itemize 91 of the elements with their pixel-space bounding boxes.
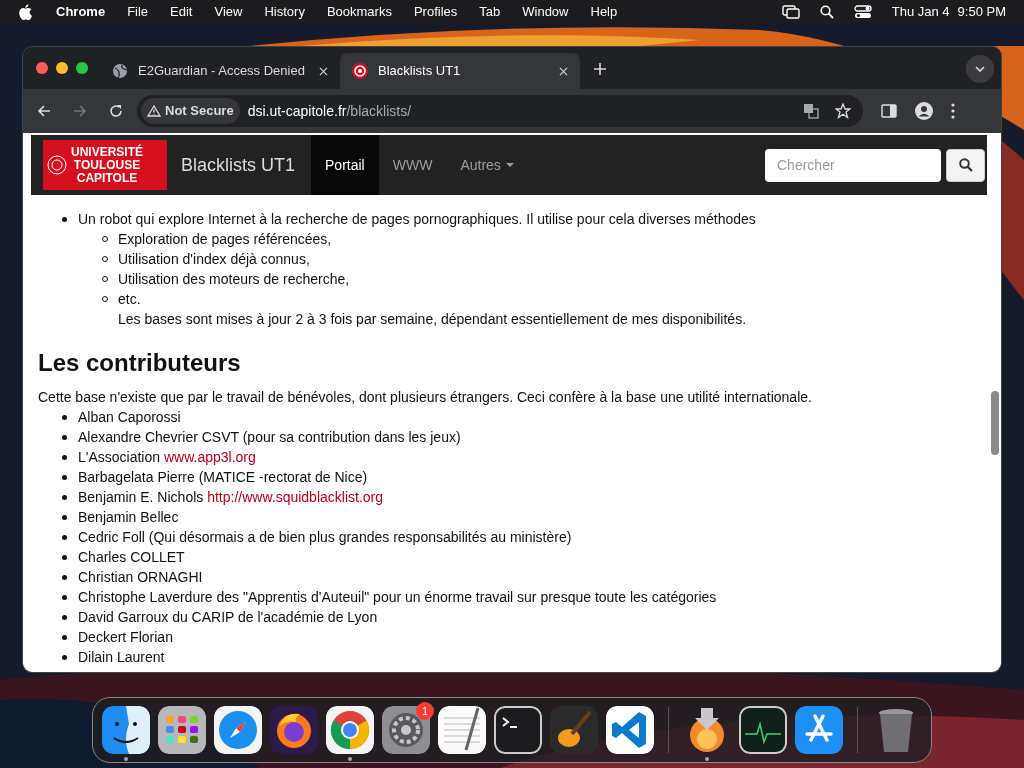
minimize-window-button[interactable]	[56, 62, 68, 74]
fox-icon[interactable]	[270, 706, 318, 754]
menu-item[interactable]: Profiles	[413, 1, 458, 22]
tab-title: E2Guardian - Access Denied	[138, 62, 305, 81]
contributor-name: L'Association	[78, 449, 161, 465]
grid-icon[interactable]	[158, 706, 206, 754]
contributor-name: Charles COLLET	[78, 549, 185, 565]
clock-time[interactable]: 9:50 PM	[957, 1, 1006, 22]
menu-item[interactable]: Edit	[170, 1, 193, 22]
contributor-name: Benjamin E. Nichols	[78, 489, 204, 505]
browser-icon[interactable]	[326, 706, 374, 754]
menu-item[interactable]: View	[214, 1, 243, 22]
site-brand[interactable]: Blacklists UT1	[181, 151, 296, 179]
gear-icon[interactable]	[382, 706, 430, 754]
seal-icon	[47, 155, 67, 175]
more-icon[interactable]	[951, 103, 955, 119]
warning-icon	[147, 105, 161, 117]
contributor-name: Alexandre Chevrier CSVT (pour sa contribution dans les jeux)	[78, 429, 461, 445]
search-icon	[958, 158, 973, 172]
logo-text: CAPITOLE	[76, 171, 138, 185]
logo-text: TOULOUSE	[73, 158, 141, 172]
compass-icon[interactable]	[214, 706, 262, 754]
browser-tab[interactable]: E2Guardian - Access Denied	[100, 53, 340, 89]
security-chip[interactable]: Not Secure	[141, 98, 240, 124]
menu-item[interactable]: Chrome	[56, 1, 106, 22]
search-field[interactable]: Chercher	[765, 148, 941, 182]
menu-item[interactable]: Window	[522, 1, 569, 22]
globe-icon	[112, 63, 128, 79]
menu-item[interactable]: Help	[590, 1, 618, 22]
contributor-name: Christian ORNAGHI	[78, 569, 203, 585]
search-icon[interactable]	[819, 4, 834, 19]
clock-date[interactable]: Thu Jan 4	[891, 1, 950, 22]
list-item: Utilisation d'index déjà connus,	[118, 251, 310, 267]
reload-icon[interactable]	[109, 104, 123, 118]
menu-item[interactable]: Bookmarks	[326, 1, 392, 22]
university-logo[interactable]: UNIVERSITÉ TOULOUSE CAPITOLE	[43, 140, 167, 190]
back-icon[interactable]	[37, 104, 51, 118]
control-center-icon[interactable]	[853, 4, 872, 19]
terminal-icon[interactable]	[494, 706, 542, 754]
close-window-button[interactable]	[36, 62, 48, 74]
list-item: etc.	[118, 291, 141, 307]
nav-link[interactable]: Autres	[446, 135, 528, 195]
section-heading: Les contributeurs	[38, 349, 242, 377]
code-editor-icon[interactable]	[606, 706, 654, 754]
contributor-link[interactable]: www.app3l.org	[163, 449, 256, 465]
contributor-name: Dilain Laurent	[78, 649, 165, 665]
forward-icon[interactable]	[73, 104, 87, 118]
contributor-name: Deckert Florian	[78, 629, 173, 645]
contributor-name: Barbagelata Pierre (MATICE -rectorat de Nice)	[78, 469, 368, 485]
contributor-name: Cedric Foll (Qui désormais a de bien plus grandes responsabilités au ministère)	[78, 529, 572, 545]
chevron-down-icon	[975, 66, 985, 72]
logo-text: UNIVERSITÉ	[71, 145, 143, 159]
tab-search-button[interactable]	[966, 55, 994, 83]
browser-tab[interactable]: Blacklists UT1	[340, 53, 580, 89]
menu-item[interactable]: History	[264, 1, 305, 22]
activity-monitor-icon[interactable]	[739, 706, 787, 754]
list-item: Exploration de pages référencées,	[118, 231, 332, 247]
new-tab-icon[interactable]	[594, 63, 606, 75]
translate-icon[interactable]	[803, 103, 819, 119]
contributor-name: Christophe Laverdure des "Apprentis d'Auteuil" pour un énorme travail sur presque toute les catégories	[78, 589, 717, 605]
list-item: Utilisation des moteurs de recherche,	[118, 271, 350, 287]
intro-paragraph: Cette base n'existe que par le travail de bénévoles, dont plusieurs étrangers. Ceci confère à la base une utilité internationale.	[38, 388, 813, 407]
star-icon[interactable]	[835, 103, 851, 119]
screen-mirroring-icon[interactable]	[781, 4, 800, 19]
search-button[interactable]	[946, 148, 985, 182]
zoom-window-button[interactable]	[76, 62, 88, 74]
tab-title: Blacklists UT1	[378, 62, 461, 81]
app-store-icon[interactable]	[795, 706, 843, 754]
profile-icon[interactable]	[915, 102, 933, 120]
contributor-name: David Garroux du CARIP de l'académie de Lyon	[78, 609, 378, 625]
contributor-name: Alban Caporossi	[78, 409, 181, 425]
site-favicon-icon	[352, 63, 368, 79]
contributor-link[interactable]: http://www.squidblacklist.org	[207, 489, 384, 505]
list-item: Un robot qui explore Internet à la recherche de pages pornographiques. Il utilise pour cela diverses méthodes	[78, 211, 756, 227]
side-panel-icon[interactable]	[881, 104, 897, 118]
close-icon[interactable]	[319, 66, 328, 76]
menu-item[interactable]: File	[127, 1, 149, 22]
face-icon[interactable]	[102, 706, 150, 754]
contributor-name: Benjamin Bellec	[78, 509, 179, 525]
apple-icon[interactable]	[18, 3, 32, 20]
nav-link[interactable]: WWW	[378, 135, 447, 195]
notification-badge: 1	[416, 702, 434, 720]
address-bar[interactable]: Not Secure dsi.ut-capitole.fr/blacklists/	[137, 95, 863, 127]
scrollbar-thumb[interactable]	[991, 391, 999, 455]
close-icon[interactable]	[559, 66, 568, 76]
nav-link[interactable]: Portail	[311, 135, 379, 195]
url-text: dsi.ut-capitole.fr/blacklists/	[247, 101, 412, 121]
notepad-icon[interactable]	[438, 706, 486, 754]
update-note: Les bases sont mises à jour 2 à 3 fois par semaine, dépendant essentiellement de mes disponibilités.	[118, 311, 747, 327]
menu-item[interactable]: Tab	[479, 1, 501, 22]
caret-icon	[505, 163, 514, 167]
